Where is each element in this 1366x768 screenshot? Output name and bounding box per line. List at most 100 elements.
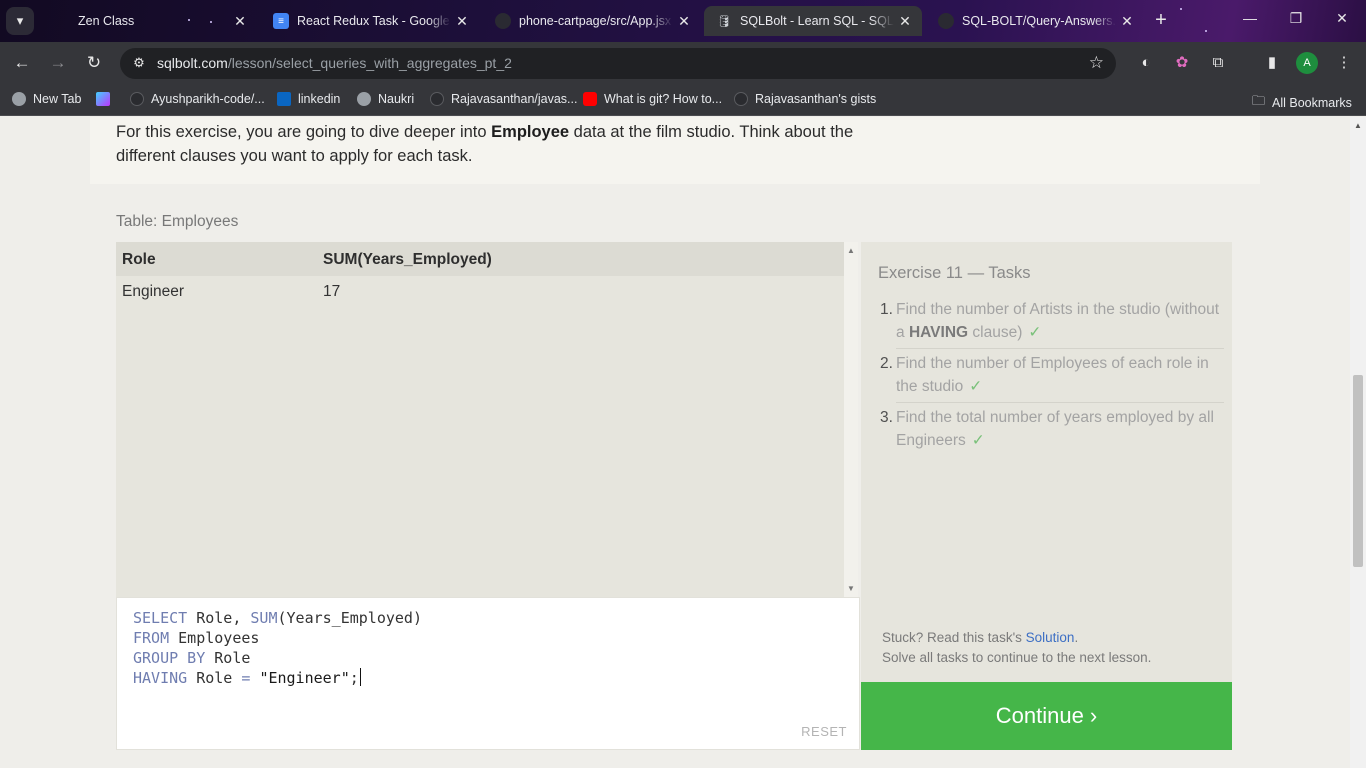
task-number: 3. [880, 409, 893, 426]
close-icon[interactable]: ✕ [673, 13, 695, 30]
results-scrollbar[interactable]: ▲ ▼ [844, 242, 858, 597]
close-window-button[interactable]: ✕ [1331, 10, 1353, 30]
tab-title: SQLBolt - Learn SQL - SQL L [740, 14, 894, 28]
bookmark-item[interactable]: Naukri [357, 92, 414, 106]
scrollbar-thumb[interactable] [1353, 375, 1363, 567]
close-icon[interactable]: ✕ [1116, 13, 1138, 30]
sql-keyword: HAVING [133, 669, 188, 687]
intro-text: For this exercise, you are going to dive… [116, 123, 854, 165]
github-icon [430, 92, 444, 106]
close-icon[interactable]: ✕ [229, 13, 251, 30]
google-docs-icon: ≡ [273, 13, 289, 29]
reload-button[interactable]: ↻ [82, 51, 106, 75]
close-icon[interactable]: ✕ [894, 13, 916, 30]
arrow-right-icon: → [49, 53, 67, 72]
browser-toolbar: ← → ↻ ⚙ sqlbolt.com/lesson/select_querie… [0, 42, 1366, 84]
checkmark-icon: ✓ [971, 432, 985, 449]
puzzle-extensions-icon[interactable]: ⧉ [1207, 52, 1229, 74]
bookmark-item[interactable] [96, 92, 117, 106]
folder-icon: 🗀 [1252, 93, 1266, 108]
profile-avatar[interactable]: A [1296, 52, 1318, 74]
checkmark-icon: ✓ [1028, 324, 1042, 341]
sql-token: Role, [187, 609, 251, 627]
forward-button[interactable]: → [46, 51, 70, 75]
zen-class-favicon [54, 13, 70, 29]
linkedin-icon [277, 92, 291, 106]
more-menu-icon[interactable]: ⋮ [1333, 52, 1355, 74]
database-icon: 🛢 [716, 14, 732, 28]
scroll-down-icon[interactable]: ▼ [844, 584, 858, 593]
table-cell: Engineer [122, 283, 185, 300]
browser-tab[interactable]: ≡ React Redux Task - Google D ✕ [261, 6, 479, 36]
github-icon [495, 13, 511, 29]
reset-button[interactable]: RESET [801, 724, 847, 739]
bookmark-item[interactable]: linkedin [277, 92, 340, 106]
column-header: Role [122, 251, 156, 268]
scroll-up-icon[interactable]: ▲ [844, 246, 858, 255]
text-caret [359, 668, 361, 686]
exercise-intro: For this exercise, you are going to dive… [90, 117, 1260, 184]
github-icon [938, 13, 954, 29]
query-results-table: Role SUM(Years_Employed) Engineer 17 [116, 242, 844, 597]
sql-editor[interactable]: SELECT Role, SUM(Years_Employed) FROM Em… [116, 597, 860, 750]
table-label: Table: Employees [116, 213, 239, 230]
minimize-button[interactable]: — [1239, 10, 1261, 30]
globe-icon [12, 92, 26, 106]
divider [896, 348, 1224, 349]
bookmark-star-icon[interactable]: ☆ [1089, 53, 1104, 73]
bookmark-item[interactable]: Rajavasanthan/javas... [430, 92, 577, 106]
bookmark-item[interactable]: New Tab [12, 92, 81, 106]
github-icon [130, 92, 144, 106]
back-button[interactable]: ← [10, 51, 34, 75]
sql-keyword: FROM [133, 629, 170, 647]
tab-strip: ▾ Zen Class ✕ ≡ React Redux Task - Googl… [0, 0, 1366, 42]
divider [896, 402, 1224, 403]
youtube-icon [583, 92, 597, 106]
column-header: SUM(Years_Employed) [323, 251, 492, 268]
page-viewport: For this exercise, you are going to dive… [0, 117, 1366, 768]
page-scrollbar[interactable]: ▲ [1350, 117, 1366, 768]
tab-title: phone-cartpage/src/App.jsx [519, 14, 672, 28]
all-bookmarks[interactable]: 🗀 All Bookmarks [1252, 92, 1352, 114]
extension-icon[interactable]: ◐ [1135, 52, 1157, 74]
bookmark-item[interactable]: What is git? How to... [583, 92, 722, 106]
vite-icon [96, 92, 110, 106]
restore-button[interactable]: ❐ [1285, 10, 1307, 30]
arrow-left-icon: ← [13, 53, 31, 72]
browser-tab[interactable]: Zen Class ✕ [42, 6, 257, 36]
sql-code[interactable]: SELECT Role, SUM(Years_Employed) FROM Em… [133, 608, 422, 688]
sql-token: (Years_Employed) [277, 609, 423, 627]
bookmark-item[interactable]: Rajavasanthan's gists [734, 92, 876, 106]
browser-tab[interactable]: phone-cartpage/src/App.jsx ✕ [483, 6, 701, 36]
sql-token: Employees [169, 629, 260, 647]
table-cell: 17 [323, 283, 341, 300]
bookmark-item[interactable]: Ayushparikh-code/... [130, 92, 265, 106]
tab-title: React Redux Task - Google D [297, 14, 451, 28]
side-panel-icon[interactable]: ▮ [1261, 52, 1283, 74]
site-info-icon[interactable]: ⚙ [130, 55, 148, 73]
url-text[interactable]: sqlbolt.com/lesson/select_queries_with_a… [157, 55, 512, 71]
browser-tab-active[interactable]: 🛢 SQLBolt - Learn SQL - SQL L ✕ [704, 6, 922, 36]
task-number: 2. [880, 355, 893, 372]
browser-tab[interactable]: SQL-BOLT/Query-Answers.sq ✕ [926, 6, 1144, 36]
chevron-down-icon: ▾ [16, 13, 24, 28]
tab-search-button[interactable]: ▾ [6, 7, 34, 35]
background-star [1205, 30, 1207, 32]
sql-token: Role [187, 669, 242, 687]
color-extension-icon[interactable]: ✿ [1171, 52, 1193, 74]
new-tab-button[interactable]: + [1150, 10, 1172, 32]
tab-title: Zen Class [78, 14, 135, 28]
sql-keyword: SELECT [133, 609, 188, 627]
globe-icon [357, 92, 371, 106]
stuck-hint: Stuck? Read this task's Solution. Solve … [882, 628, 1151, 668]
solution-link[interactable]: Solution [1026, 630, 1075, 645]
sql-token: "Engineer" [259, 669, 350, 687]
scroll-up-icon[interactable]: ▲ [1350, 121, 1366, 130]
bookmarks-bar: New Tab Ayushparikh-code/... linkedin Na… [0, 84, 1366, 116]
tasks-title: Exercise 11 — Tasks [878, 264, 1031, 282]
address-bar[interactable]: ⚙ sqlbolt.com/lesson/select_queries_with… [120, 48, 1116, 79]
continue-button[interactable]: Continue › [861, 682, 1232, 750]
tasks-panel: Exercise 11 — Tasks 1. Find the number o… [861, 242, 1232, 682]
close-icon[interactable]: ✕ [451, 13, 473, 30]
stuck-hint-line2: Solve all tasks to continue to the next … [882, 650, 1152, 665]
